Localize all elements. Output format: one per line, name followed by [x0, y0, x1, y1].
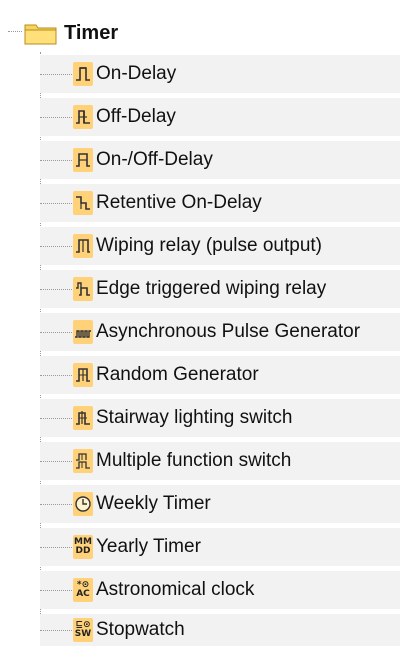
tree-item-asynchronous-pulse-generator[interactable]: Asynchronous Pulse Generator	[40, 313, 400, 351]
tree-item-label: Wiping relay (pulse output)	[96, 235, 322, 256]
tree-item-label: Yearly Timer	[96, 536, 201, 557]
sw-icon: ⊑⊙ SW	[73, 618, 93, 642]
tree-item-astronomical-clock[interactable]: *⊙ AC Astronomical clock	[40, 571, 400, 609]
ac-icon: *⊙ AC	[73, 578, 93, 602]
tree-item-retentive-on-delay[interactable]: Retentive On-Delay	[40, 184, 400, 222]
tree-item-on-off-delay[interactable]: On-/Off-Delay	[40, 141, 400, 179]
tree-item-stairway-lighting-switch[interactable]: Stairway lighting switch	[40, 399, 400, 437]
tree-item-label: Edge triggered wiping relay	[96, 278, 327, 299]
on-off-delay-icon	[73, 148, 93, 172]
tree-item-wiping-relay[interactable]: Wiping relay (pulse output)	[40, 227, 400, 265]
tree-item-weekly-timer[interactable]: Weekly Timer	[40, 485, 400, 523]
tree-item-edge-triggered-wiping-relay[interactable]: Edge triggered wiping relay	[40, 270, 400, 308]
tree-item-label: Multiple function switch	[96, 450, 292, 471]
on-delay-icon	[73, 62, 93, 86]
tree-item-on-delay[interactable]: On-Delay	[40, 55, 400, 93]
clock-icon	[73, 492, 93, 516]
tree-item-label: On-/Off-Delay	[96, 149, 213, 170]
tree-node-timer[interactable]: Timer	[8, 15, 400, 49]
tree-item-label: On-Delay	[96, 63, 177, 84]
wiping-relay-icon	[73, 234, 93, 258]
timer-tree: Timer On-Delay Off-Delay On-/Off-Delay R…	[0, 0, 404, 646]
tree-item-label: Stopwatch	[96, 619, 185, 640]
mm-dd-icon: MM DD	[73, 535, 93, 559]
pulse-generator-icon	[73, 320, 93, 344]
tree-item-multiple-function-switch[interactable]: Multiple function switch	[40, 442, 400, 480]
tree-item-label: Off-Delay	[96, 106, 176, 127]
tree-item-off-delay[interactable]: Off-Delay	[40, 98, 400, 136]
random-generator-icon	[73, 363, 93, 387]
folder-icon	[24, 24, 57, 45]
tree-item-random-generator[interactable]: Random Generator	[40, 356, 400, 394]
tree-item-label: Astronomical clock	[96, 579, 255, 600]
edge-triggered-icon	[73, 277, 93, 301]
stairway-switch-icon	[73, 406, 93, 430]
tree-item-stopwatch[interactable]: ⊑⊙ SW Stopwatch	[40, 614, 400, 646]
off-delay-icon	[73, 105, 93, 129]
tree-item-yearly-timer[interactable]: MM DD Yearly Timer	[40, 528, 400, 566]
tree-item-label: Stairway lighting switch	[96, 407, 293, 428]
retentive-on-delay-icon	[73, 191, 93, 215]
multiple-function-icon	[73, 449, 93, 473]
tree-root-label: Timer	[64, 22, 119, 44]
tree-item-label: Random Generator	[96, 364, 259, 385]
tree-connector	[8, 31, 22, 32]
tree-item-label: Weekly Timer	[96, 493, 211, 514]
tree-item-label: Retentive On-Delay	[96, 192, 262, 213]
tree-item-label: Asynchronous Pulse Generator	[96, 321, 361, 342]
